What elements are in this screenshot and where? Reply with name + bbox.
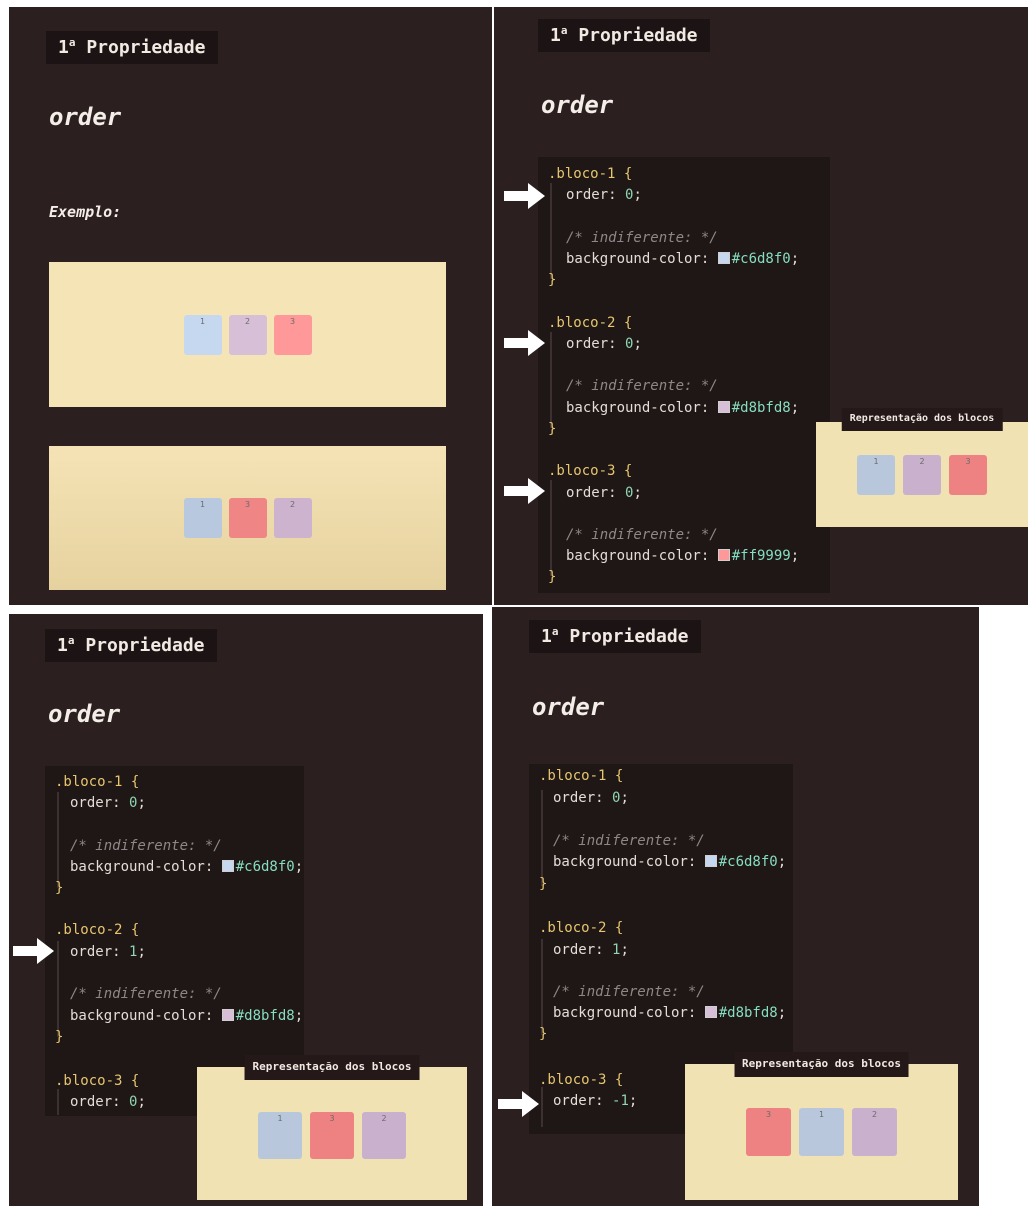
code-block: .bloco-1 { order: 0; /* indiferente: */ … [538,157,830,593]
selector-bloco-3: .bloco-3 { [55,1073,140,1089]
comment-line: /* indiferente: */ [566,527,718,543]
representation-label: Representação dos blocos [841,408,1003,431]
block-1: 1 [183,498,222,538]
color-swatch [717,401,730,413]
example-stage-original: 1 2 3 [49,262,446,407]
order-line: order: 0; [566,336,642,352]
comment-line: /* indiferente: */ [566,378,718,394]
block-3: 3 [228,498,267,538]
comment-line: /* indiferente: */ [553,984,705,1000]
example-label: Exemplo: [49,203,122,221]
close-brace: } [548,272,557,288]
panel-example: 1a Propriedade order Exemplo: 1 2 3 1 3 … [9,7,492,605]
selector-bloco-1: .bloco-1 { [548,166,633,182]
property-title: order [49,103,122,131]
comment-line: /* indiferente: */ [553,833,705,849]
arrow-right-icon [498,1090,540,1118]
block-2: 2 [362,1112,406,1159]
representation-label: Representação dos blocos [244,1055,420,1080]
arrow-right-icon [13,937,55,965]
selector-bloco-2: .bloco-2 { [539,920,624,936]
block-1: 1 [258,1112,302,1159]
order-line: order: 0; [70,795,146,811]
close-brace: } [55,1029,64,1045]
order-line: order: 0; [566,485,642,501]
block-2: 2 [228,314,267,355]
order-line: order: 1; [70,944,146,960]
panel-order-all-zero: 1a Propriedade order .bloco-1 { order: 0… [494,7,1028,605]
panel-order-bloco-2: 1a Propriedade order .bloco-1 { order: 0… [9,614,483,1206]
bg-line: background-color: #d8bfd8; [553,1005,787,1021]
color-swatch [717,549,730,561]
order-line: order: 1; [553,942,629,958]
bg-line: background-color: #c6d8f0; [70,859,304,875]
color-swatch [221,1009,234,1021]
close-brace: } [539,876,548,892]
bg-line: background-color: #d8bfd8; [566,400,800,416]
block-3: 3 [746,1108,791,1156]
property-title: order [541,91,614,119]
representation-label: Representação dos blocos [734,1052,909,1077]
property-title: order [48,700,121,728]
order-line: order: 0; [553,790,629,806]
block-2: 2 [273,498,312,538]
property-heading: 1a Propriedade [46,31,218,64]
close-brace: } [539,1026,548,1042]
property-title: order [532,693,605,721]
selector-bloco-2: .bloco-2 { [548,315,633,331]
close-brace: } [548,569,557,585]
property-heading: 1a Propriedade [538,19,710,52]
blocks-representation: Representação dos blocos 3 1 2 [685,1052,958,1200]
color-swatch [717,252,730,264]
comment-line: /* indiferente: */ [70,986,222,1002]
block-1: 1 [799,1108,844,1156]
bg-line: background-color: #d8bfd8; [70,1008,304,1024]
comment-line: /* indiferente: */ [70,838,222,854]
property-heading: 1a Propriedade [529,620,701,653]
block-1: 1 [183,314,222,355]
block-2: 2 [852,1108,897,1156]
panel-order-bloco-3: 1a Propriedade order .bloco-1 { order: 0… [492,607,979,1206]
arrow-right-icon [504,477,546,505]
arrow-right-icon [504,182,546,210]
selector-bloco-3: .bloco-3 { [539,1072,624,1088]
block-3: 3 [310,1112,354,1159]
block-3: 3 [273,314,312,355]
color-swatch [704,855,717,867]
arrow-right-icon [504,329,546,357]
selector-bloco-1: .bloco-1 { [55,774,140,790]
example-stage-reordered: 1 3 2 [49,446,446,590]
block-2: 2 [903,455,941,495]
color-swatch [221,860,234,872]
comment-line: /* indiferente: */ [566,230,718,246]
block-3: 3 [949,455,987,495]
color-swatch [704,1006,717,1018]
bg-line: background-color: #c6d8f0; [566,251,800,267]
block-1: 1 [857,455,895,495]
selector-bloco-2: .bloco-2 { [55,922,140,938]
order-line: order: -1; [553,1093,638,1109]
order-line: order: 0; [70,1094,146,1110]
close-brace: } [548,421,557,437]
close-brace: } [55,880,64,896]
blocks-representation: Representação dos blocos 1 2 3 [816,408,1028,527]
order-line: order: 0; [566,187,642,203]
selector-bloco-3: .bloco-3 { [548,463,633,479]
property-heading: 1a Propriedade [45,629,217,662]
bg-line: background-color: #c6d8f0; [553,854,787,870]
bg-line: background-color: #ff9999; [566,548,800,564]
selector-bloco-1: .bloco-1 { [539,768,624,784]
blocks-representation: Representação dos blocos 1 3 2 [197,1055,467,1200]
